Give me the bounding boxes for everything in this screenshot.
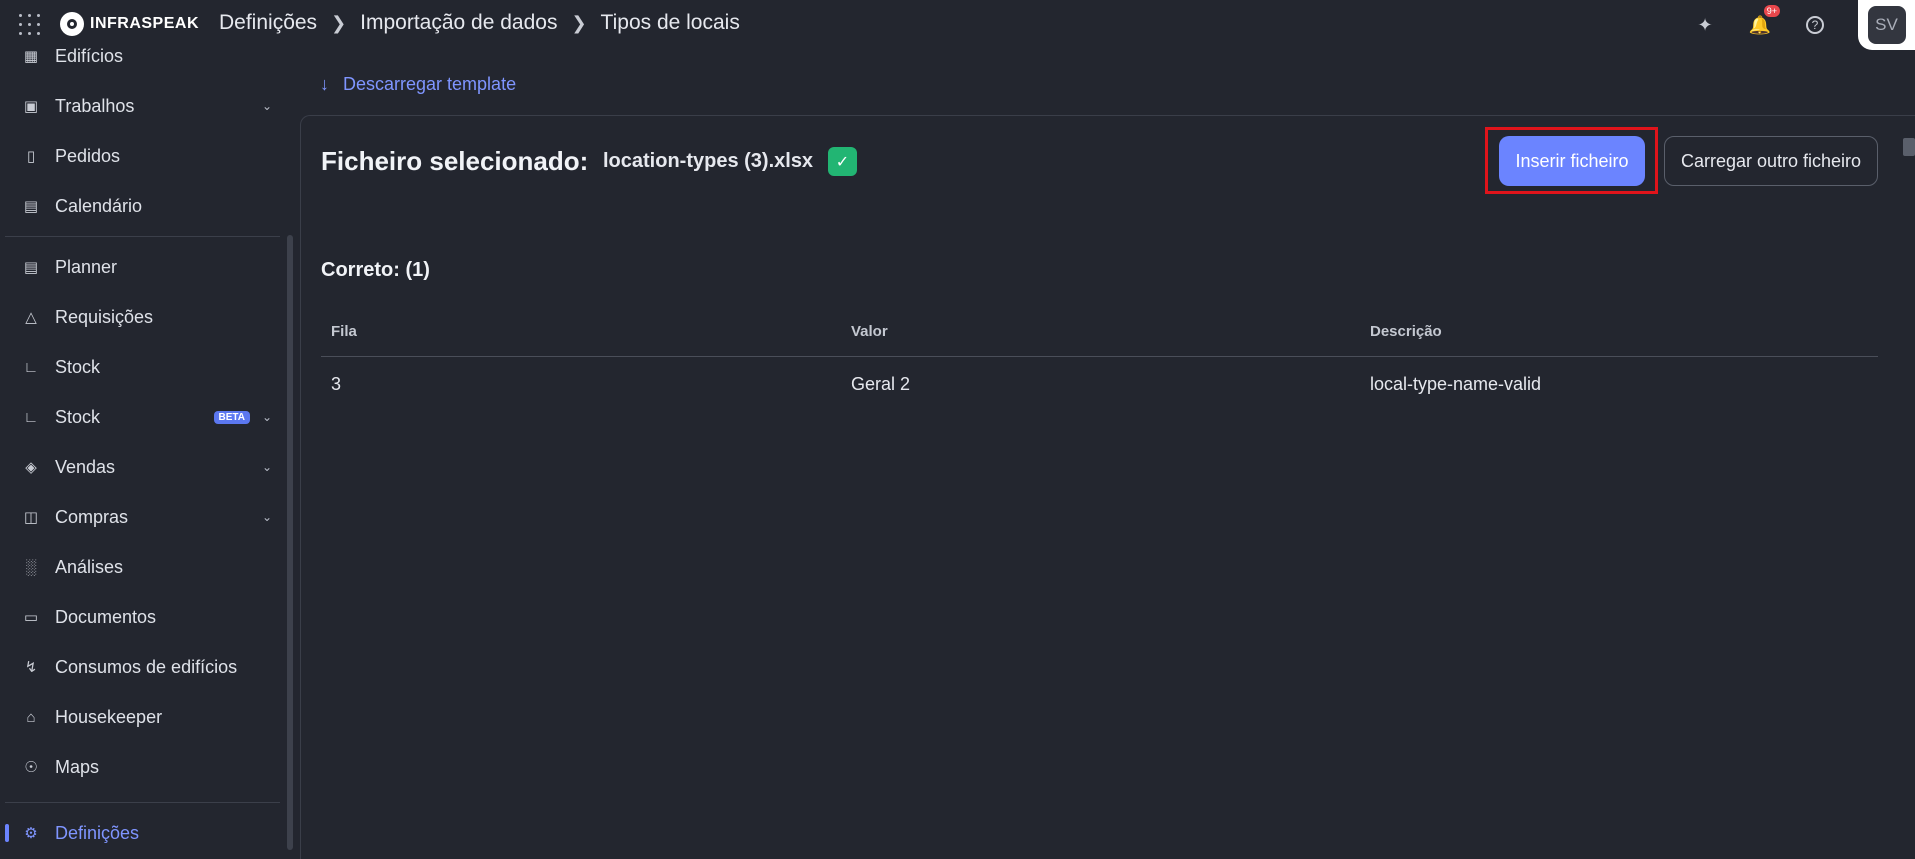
avatar-frame[interactable]: SV — [1858, 0, 1915, 50]
sidebar-item-stock[interactable]: ∟ Stock — [22, 347, 272, 387]
sidebar-item-label: Stock — [55, 406, 101, 427]
clipboard-icon: ▯ — [26, 148, 36, 165]
sidebar: ▦ Edifícios ▣ Trabalhos ⌄ ▯ Pedidos ▤ Ca… — [0, 46, 290, 859]
sidebar-item-requisicoes[interactable]: △ Requisições — [22, 297, 272, 337]
sidebar-item-label: Pedidos — [55, 145, 121, 166]
planner-icon: ▤ — [23, 259, 39, 276]
main-scrollbar[interactable] — [1903, 138, 1915, 156]
cell-fila: 3 — [331, 374, 342, 394]
sidebar-item-label: Definições — [55, 822, 140, 843]
sidebar-item-vendas[interactable]: ◈ Vendas ⌄ — [22, 447, 272, 487]
sidebar-item-consumos[interactable]: ↯ Consumos de edifícios — [22, 647, 272, 687]
column-header-descricao: Descrição — [1370, 323, 1442, 340]
results-table: Fila Valor Descrição 3 Geral 2 local-typ… — [321, 313, 1878, 409]
sidebar-item-label: Calendário — [55, 195, 143, 216]
toolbox-icon: ▣ — [23, 98, 39, 115]
logo-text: INFRASPEAK — [90, 15, 200, 32]
sidebar-item-label: Requisições — [55, 306, 154, 327]
shopping-cart-icon: ◫ — [23, 509, 39, 526]
chevron-down-icon[interactable]: ⌄ — [262, 99, 272, 113]
sidebar-item-edificios[interactable]: ▦ Edifícios — [22, 36, 272, 76]
sidebar-item-maps[interactable]: ☉ Maps — [22, 747, 272, 787]
upload-other-file-button[interactable]: Carregar outro ficheiro — [1664, 136, 1878, 186]
calendar-icon: ▤ — [23, 198, 39, 215]
sidebar-item-label: Vendas — [55, 456, 116, 477]
download-template-link[interactable]: ↓ Descarregar template — [320, 74, 516, 95]
sidebar-item-calendario[interactable]: ▤ Calendário — [22, 186, 272, 226]
top-bar: INFRASPEAK Definições ❯ Importação de da… — [0, 0, 1915, 50]
cell-valor: Geral 2 — [851, 374, 911, 394]
gear-icon: ⚙ — [24, 825, 38, 842]
tag-icon: ◈ — [25, 459, 37, 476]
bar-chart-icon: ░ — [25, 558, 37, 576]
sidebar-item-label: Documentos — [55, 606, 157, 627]
sidebar-item-label: Edifícios — [55, 45, 124, 66]
housekeeper-icon: ⌂ — [26, 708, 36, 726]
correct-count-heading: Correto: (1) — [321, 259, 430, 281]
sidebar-divider — [5, 802, 280, 803]
file-name: location-types (3).xlsx — [603, 150, 814, 172]
import-card — [300, 115, 1915, 859]
chevron-down-icon[interactable]: ⌄ — [262, 510, 272, 524]
cart-dolly-icon: ∟ — [23, 408, 39, 426]
breadcrumb: Definições ❯ Importação de dados ❯ Tipos… — [219, 11, 740, 35]
download-template-label: Descarregar template — [343, 74, 517, 94]
breadcrumb-item-current: Tipos de locais — [600, 11, 740, 34]
sidebar-divider — [5, 236, 280, 237]
sidebar-item-label: Trabalhos — [55, 95, 135, 116]
insert-file-button[interactable]: Inserir ficheiro — [1499, 136, 1645, 186]
help-button[interactable]: ? — [1803, 13, 1827, 37]
document-icon: ▭ — [23, 609, 39, 626]
chevron-down-icon[interactable]: ⌄ — [262, 410, 272, 424]
sidebar-item-documentos[interactable]: ▭ Documentos — [22, 597, 272, 637]
breadcrumb-item-importacao[interactable]: Importação de dados — [360, 11, 557, 35]
chevron-right-icon: ❯ — [331, 12, 347, 33]
table-header: Fila Valor Descrição — [321, 313, 1878, 357]
sidebar-item-label: Stock — [55, 356, 101, 377]
help-icon: ? — [1806, 16, 1824, 34]
chevron-right-icon: ❯ — [571, 12, 587, 33]
check-icon: ✓ — [828, 147, 857, 176]
active-indicator — [5, 824, 9, 842]
sidebar-item-label: Maps — [55, 756, 100, 777]
file-selected-label: Ficheiro selecionado: — [321, 146, 589, 176]
sidebar-item-label: Housekeeper — [55, 706, 163, 727]
sidebar-item-label: Consumos de edifícios — [55, 656, 238, 677]
sidebar-scrollbar[interactable] — [287, 235, 293, 850]
sidebar-item-pedidos[interactable]: ▯ Pedidos — [22, 136, 272, 176]
sidebar-item-label: Planner — [55, 256, 118, 277]
notification-badge: 9+ — [1763, 5, 1780, 17]
sparkle-ai-icon[interactable]: ✦ — [1693, 13, 1717, 37]
notifications-bell-icon[interactable]: 🔔 9+ — [1748, 5, 1780, 37]
bell-service-icon: △ — [25, 309, 37, 326]
sidebar-item-analises[interactable]: ░ Análises — [22, 547, 272, 587]
logo[interactable]: INFRASPEAK — [60, 12, 199, 36]
lightning-icon: ↯ — [24, 659, 38, 676]
column-header-valor: Valor — [851, 323, 888, 340]
sidebar-item-compras[interactable]: ◫ Compras ⌄ — [22, 497, 272, 537]
cart-dolly-icon: ∟ — [23, 358, 39, 376]
table-row: 3 Geral 2 local-type-name-valid — [321, 357, 1878, 409]
map-pin-icon: ☉ — [24, 759, 38, 776]
breadcrumb-item-definicoes[interactable]: Definições — [219, 11, 317, 35]
building-icon: ▦ — [23, 48, 39, 65]
sidebar-item-housekeeper[interactable]: ⌂ Housekeeper — [22, 697, 272, 737]
sidebar-item-definicoes[interactable]: ⚙ Definições — [22, 813, 272, 853]
chevron-down-icon[interactable]: ⌄ — [262, 460, 272, 474]
sidebar-item-stock-beta[interactable]: ∟ Stock BETA ⌄ — [22, 397, 272, 437]
cell-descricao: local-type-name-valid — [1370, 374, 1542, 394]
sidebar-item-trabalhos[interactable]: ▣ Trabalhos ⌄ — [22, 86, 272, 126]
logo-mark-icon — [60, 12, 84, 36]
top-actions: ✦ 🔔 9+ ? SV — [1693, 0, 1915, 50]
sidebar-item-label: Análises — [55, 556, 124, 577]
sidebar-item-label: Compras — [55, 506, 129, 527]
avatar[interactable]: SV — [1867, 6, 1906, 44]
column-header-fila: Fila — [331, 323, 357, 340]
arrow-down-icon: ↓ — [320, 74, 329, 94]
apps-grid-icon[interactable] — [19, 14, 41, 36]
beta-badge: BETA — [213, 410, 250, 424]
sidebar-item-planner[interactable]: ▤ Planner — [22, 247, 272, 287]
